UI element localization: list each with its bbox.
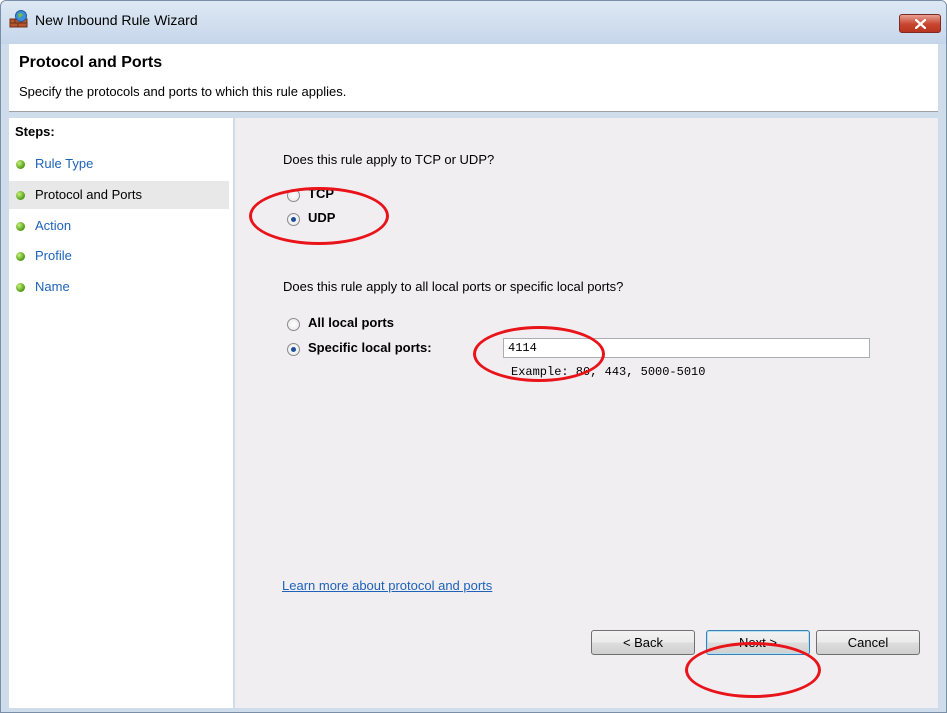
back-button[interactable]: < Back — [591, 630, 695, 655]
page-title: Protocol and Ports — [19, 54, 163, 71]
cancel-button[interactable]: Cancel — [816, 630, 920, 655]
steps-panel: Steps: Rule Type Protocol and Ports Acti… — [9, 118, 233, 708]
firewall-icon — [9, 10, 29, 28]
step-rule-type[interactable]: Rule Type — [9, 150, 229, 178]
tcp-label: TCP — [308, 186, 334, 201]
ports-example: Example: 80, 443, 5000-5010 — [511, 365, 706, 379]
step-bullet-icon — [16, 283, 25, 292]
udp-radio[interactable] — [287, 213, 300, 226]
window-title: New Inbound Rule Wizard — [35, 12, 198, 28]
wizard-header: Protocol and Ports Specify the protocols… — [9, 44, 938, 112]
step-profile[interactable]: Profile — [9, 242, 229, 270]
step-label: Rule Type — [35, 156, 94, 171]
steps-title: Steps: — [15, 124, 55, 139]
step-bullet-icon — [16, 191, 25, 200]
step-action[interactable]: Action — [9, 212, 229, 240]
step-label: Profile — [35, 248, 72, 263]
close-button[interactable] — [899, 14, 941, 33]
specific-ports-radio[interactable] — [287, 343, 300, 356]
udp-label: UDP — [308, 210, 336, 225]
step-label: Action — [35, 218, 72, 233]
step-bullet-icon — [16, 222, 25, 231]
learn-more-link[interactable]: Learn more about protocol and ports — [282, 578, 492, 593]
ports-question: Does this rule apply to all local ports … — [283, 279, 624, 294]
step-bullet-icon — [16, 160, 25, 169]
tcp-radio[interactable] — [287, 189, 300, 202]
step-label: Protocol and Ports — [35, 187, 142, 202]
close-icon — [915, 19, 926, 29]
next-button[interactable]: Next > — [706, 630, 810, 655]
title-bar[interactable]: New Inbound Rule Wizard — [1, 1, 946, 44]
wizard-window: New Inbound Rule Wizard Protocol and Por… — [0, 0, 947, 713]
all-ports-radio[interactable] — [287, 318, 300, 331]
specific-ports-input[interactable] — [503, 338, 870, 358]
step-label: Name — [35, 279, 70, 294]
step-bullet-icon — [16, 252, 25, 261]
content-panel: Does this rule apply to TCP or UDP? TCP … — [235, 118, 938, 708]
all-ports-label: All local ports — [308, 315, 394, 330]
specific-ports-label: Specific local ports: — [308, 340, 432, 355]
step-name[interactable]: Name — [9, 273, 229, 301]
protocol-question: Does this rule apply to TCP or UDP? — [283, 152, 495, 167]
step-protocol-and-ports[interactable]: Protocol and Ports — [9, 181, 229, 209]
page-subtitle: Specify the protocols and ports to which… — [19, 84, 347, 99]
